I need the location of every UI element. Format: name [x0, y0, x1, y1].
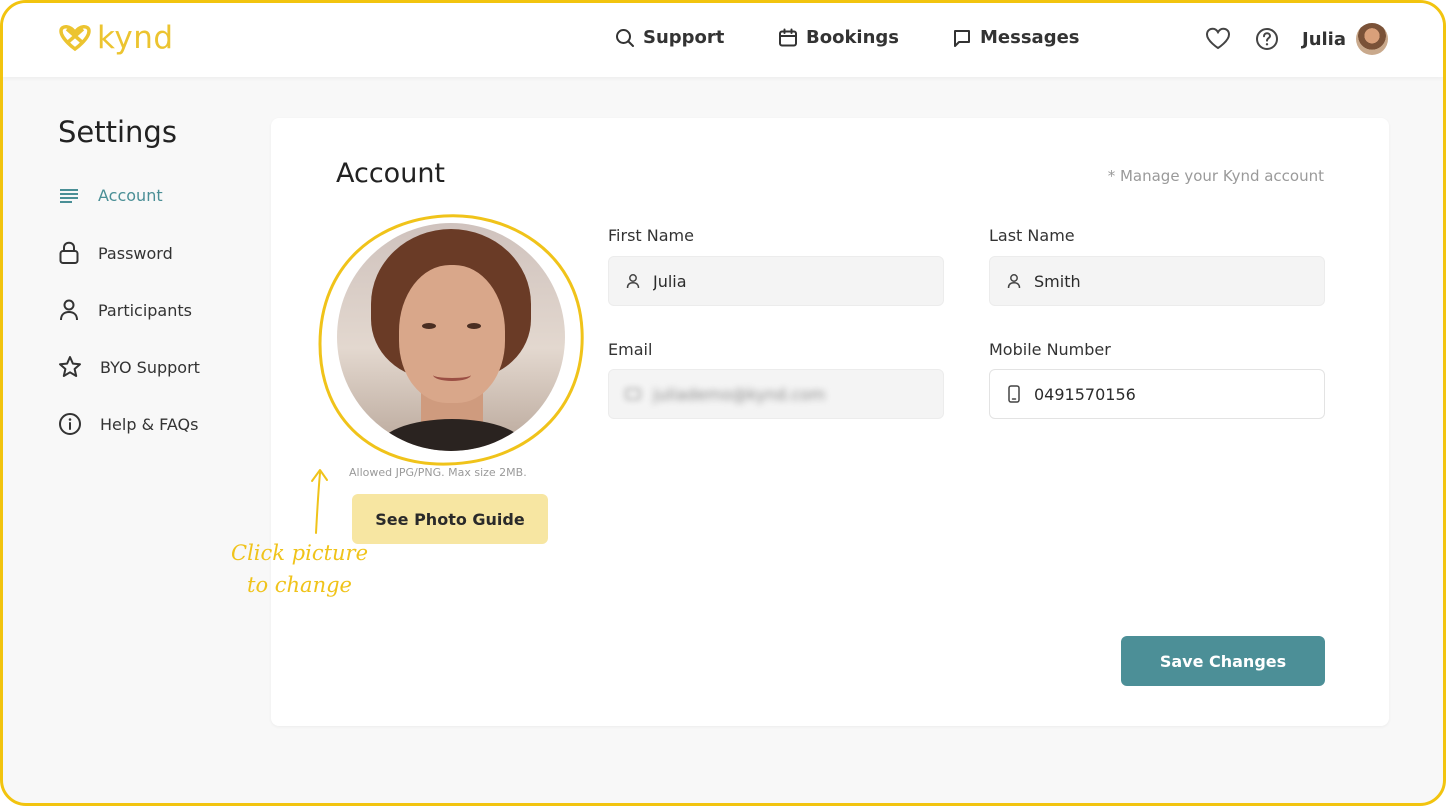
- user-icon: [1007, 274, 1021, 289]
- brand-name: kynd: [97, 20, 174, 56]
- section-note: * Manage your Kynd account: [1107, 167, 1324, 185]
- profile-photo: [337, 223, 565, 451]
- sidebar-item-label: Participants: [98, 300, 192, 320]
- profile-photo-upload[interactable]: [316, 210, 584, 468]
- sidebar-item-label: Help & FAQs: [100, 414, 199, 434]
- user-menu[interactable]: Julia: [1302, 23, 1388, 55]
- section-title: Account: [336, 158, 446, 189]
- last-name-label: Last Name: [989, 226, 1075, 245]
- email-field[interactable]: [608, 369, 944, 419]
- avatar: [1356, 23, 1388, 55]
- mobile-input[interactable]: [1034, 384, 1294, 404]
- mobile-label: Mobile Number: [989, 340, 1111, 359]
- sidebar-item-password[interactable]: Password: [58, 241, 173, 265]
- nav-support[interactable]: Support: [615, 27, 724, 48]
- nav-messages[interactable]: Messages: [952, 27, 1080, 48]
- lock-icon: [59, 241, 79, 264]
- sidebar-item-label: BYO Support: [100, 357, 200, 377]
- nav-bookings-label: Bookings: [806, 27, 900, 48]
- mobile-field[interactable]: [989, 369, 1325, 419]
- top-header: kynd Support Bookings Messages Julia: [3, 3, 1443, 77]
- chat-icon: [954, 29, 970, 47]
- favorites-button[interactable]: [1205, 27, 1231, 55]
- page-title: Settings: [58, 115, 177, 149]
- kynd-logo[interactable]: kynd: [57, 21, 174, 55]
- sidebar-item-label: Account: [98, 185, 163, 205]
- app-frame: kynd Support Bookings Messages Julia Set…: [0, 0, 1446, 806]
- see-photo-guide-button[interactable]: See Photo Guide: [352, 494, 548, 544]
- info-icon: [59, 413, 81, 435]
- save-changes-button[interactable]: Save Changes: [1121, 636, 1325, 686]
- help-icon: [1256, 28, 1278, 50]
- last-name-input[interactable]: [1034, 271, 1294, 291]
- search-icon: [616, 28, 634, 47]
- user-name: Julia: [1302, 28, 1346, 50]
- calendar-icon: [779, 28, 797, 46]
- email-label: Email: [608, 340, 653, 359]
- sidebar-item-byo-support[interactable]: BYO Support: [58, 355, 200, 379]
- user-icon: [60, 299, 78, 321]
- nav-messages-label: Messages: [980, 27, 1080, 48]
- help-button[interactable]: [1255, 27, 1279, 55]
- annotation-line-1: Click picture: [231, 541, 369, 565]
- annotation-line-2: to change: [247, 573, 352, 597]
- heart-icon: [1205, 27, 1231, 50]
- annotation-arrow-icon: [311, 469, 328, 534]
- phone-icon: [1008, 385, 1020, 403]
- nav-bookings[interactable]: Bookings: [778, 27, 899, 48]
- star-icon: [59, 356, 81, 377]
- first-name-label: First Name: [608, 226, 694, 245]
- first-name-input[interactable]: [653, 271, 913, 291]
- sidebar-item-account[interactable]: Account: [58, 184, 163, 206]
- sidebar-item-help[interactable]: Help & FAQs: [58, 412, 198, 436]
- menu-lines-icon: [60, 189, 78, 203]
- email-input[interactable]: [653, 384, 913, 404]
- heart-knot-icon: [59, 25, 91, 52]
- first-name-field[interactable]: [608, 256, 944, 306]
- user-icon: [626, 274, 640, 289]
- sidebar-item-label: Password: [98, 243, 173, 263]
- last-name-field[interactable]: [989, 256, 1325, 306]
- photo-hint: Allowed JPG/PNG. Max size 2MB.: [349, 466, 527, 479]
- nav-support-label: Support: [643, 27, 725, 48]
- sidebar-item-participants[interactable]: Participants: [58, 298, 192, 322]
- mail-icon: [625, 388, 641, 400]
- account-card: Account * Manage your Kynd account Allow…: [271, 118, 1389, 726]
